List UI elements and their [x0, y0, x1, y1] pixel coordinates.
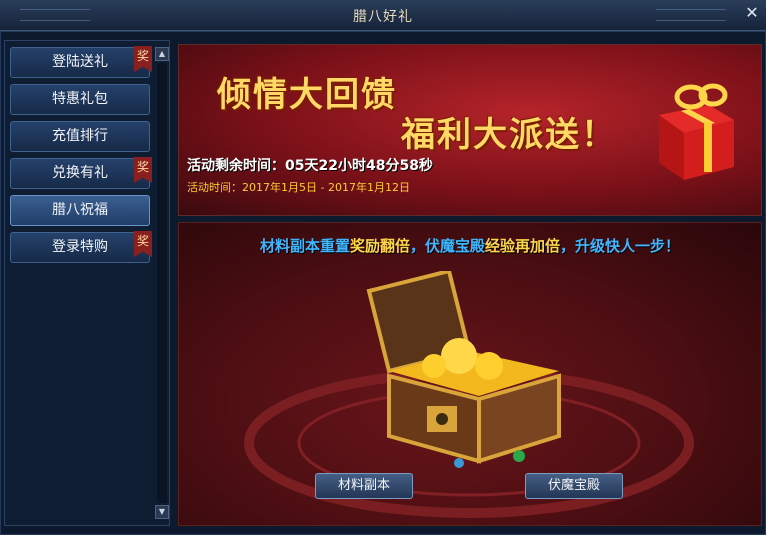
scroll-up-button[interactable]: ▲ [155, 47, 169, 61]
title-bar: 腊八好礼 ✕ [0, 0, 766, 31]
desc-part: ，升级快人一步！ [560, 237, 681, 255]
banner-headline-1: 倾情大回馈 [217, 75, 397, 115]
sidebar-item-login-gift[interactable]: 登陆送礼 奖 [10, 46, 152, 78]
countdown-text: 活动剩余时间：05天22小时48分58秒 [187, 158, 433, 174]
desc-part: 奖励翻倍 [349, 237, 410, 255]
event-description: 材料副本重置奖励翻倍，伏魔宝殿经验再加倍，升级快人一步！ [179, 235, 761, 256]
sidebar-item-recharge-rank[interactable]: 充值排行 [10, 121, 150, 152]
sidebar-item-label: 登陆送礼 [52, 54, 108, 70]
reward-badge: 奖 [134, 46, 152, 72]
sidebar-item-login-special-buy[interactable]: 登录特购 奖 [10, 231, 152, 263]
sidebar-item-special-pack[interactable]: 特惠礼包 [10, 84, 150, 115]
sidebar-item-label: 登录特购 [52, 239, 108, 255]
sidebar-item-label: 兑换有礼 [52, 165, 108, 181]
sidebar: 登陆送礼 奖 特惠礼包 充值排行 兑换有礼 奖 腊八祝福 登录特购 奖 ▲ ▼ [4, 40, 170, 526]
event-banner: 倾情大回馈 福利大派送！ 活动剩余时间：05天22小时48分58秒 活动时间：2… [178, 44, 762, 216]
event-detail-panel: 材料副本重置奖励翻倍，伏魔宝殿经验再加倍，升级快人一步！ 材料副本 伏魔宝殿 [178, 222, 762, 526]
scrollbar-track[interactable] [157, 63, 167, 503]
sidebar-item-label: 腊八祝福 [52, 202, 108, 218]
material-dungeon-button[interactable]: 材料副本 [315, 473, 413, 499]
reward-badge: 奖 [134, 231, 152, 257]
window-title: 腊八好礼 [353, 9, 413, 25]
sidebar-item-label: 充值排行 [52, 128, 108, 144]
desc-part: 经验再加倍 [485, 237, 561, 255]
banner-headline-2: 福利大派送！ [401, 115, 617, 155]
scroll-down-button[interactable]: ▼ [155, 505, 169, 519]
treasure-chest-icon [366, 271, 561, 468]
demon-palace-button[interactable]: 伏魔宝殿 [525, 473, 623, 499]
sidebar-item-exchange-gift[interactable]: 兑换有礼 奖 [10, 157, 152, 189]
gift-box-icon [659, 83, 734, 180]
desc-part: 材料副本重置 [259, 237, 350, 255]
desc-part: ，伏魔宝殿 [409, 237, 485, 255]
sidebar-item-label: 特惠礼包 [52, 91, 108, 107]
close-icon[interactable]: ✕ [742, 3, 762, 23]
event-date-range: 活动时间：2017年1月5日 - 2017年1月12日 [187, 181, 410, 194]
sidebar-item-laba-blessing[interactable]: 腊八祝福 [10, 195, 150, 226]
reward-badge: 奖 [134, 157, 152, 183]
